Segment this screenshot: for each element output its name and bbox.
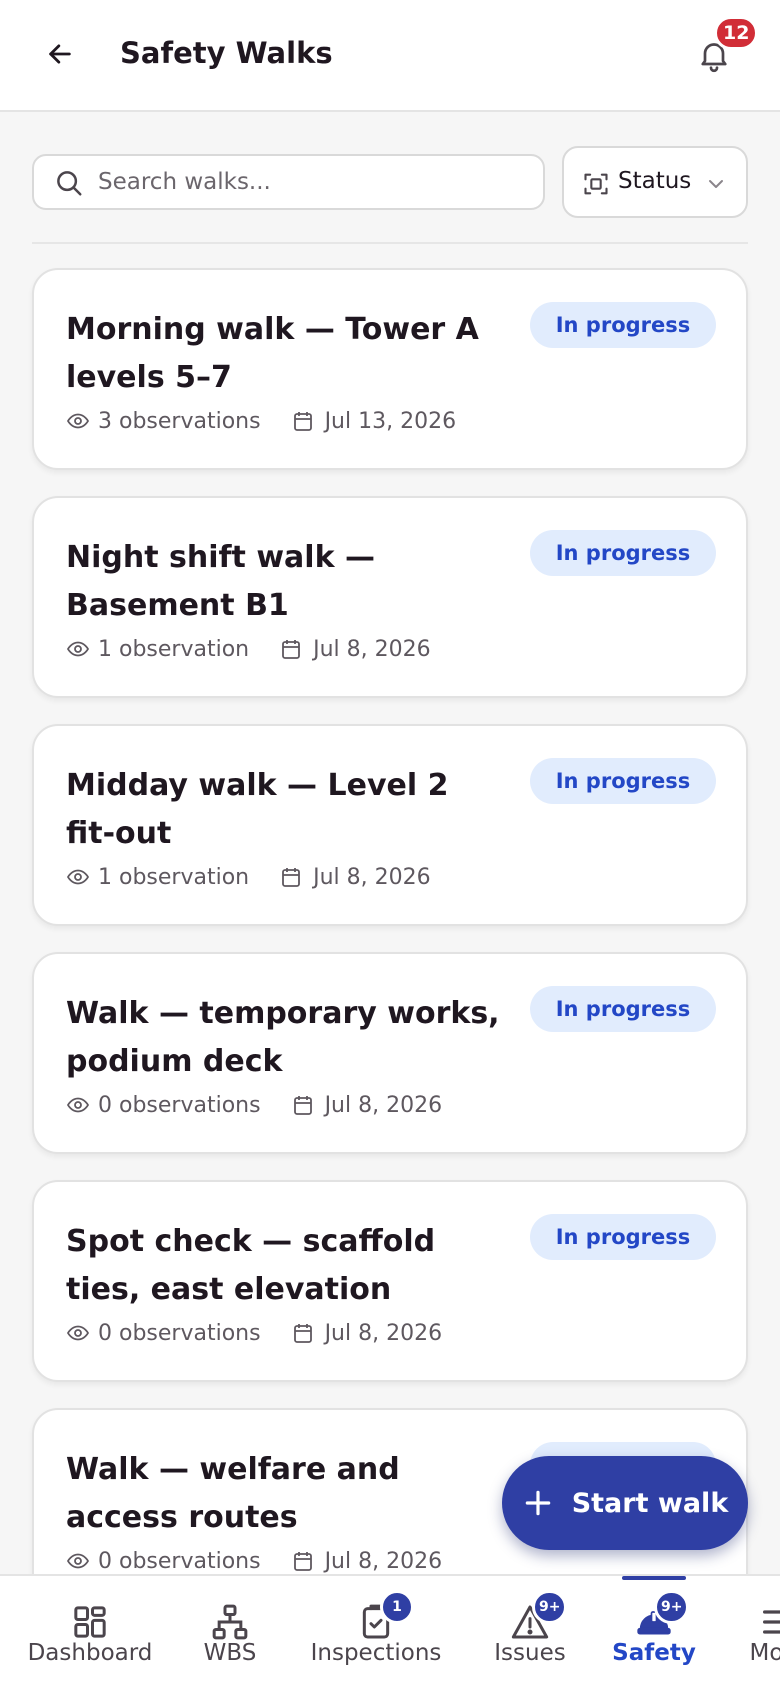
nav-label: Inspections <box>310 1640 442 1666</box>
eye-icon <box>66 637 90 661</box>
status-filter-label: Status <box>618 168 692 194</box>
status-filter-button[interactable]: Status <box>562 146 748 218</box>
walk-title: Morning walk — Tower A levels 5–7 <box>66 312 479 395</box>
notification-badge: 12 <box>714 16 759 50</box>
walk-meta: 3 observations Jul 13, 2026 <box>66 406 456 436</box>
inspections-badge: 1 <box>380 1590 414 1624</box>
back-button[interactable] <box>40 34 80 74</box>
bottom-navigation: Dashboard WBS 1 Inspections 9+ Issues 9+… <box>0 1574 780 1688</box>
nav-more[interactable]: More <box>728 1576 780 1688</box>
menu-icon <box>763 1610 780 1634</box>
walk-meta: 1 observation Jul 8, 2026 <box>66 634 431 664</box>
walk-date: Jul 8, 2026 <box>313 636 431 662</box>
start-walk-label: Start walk <box>571 1487 729 1519</box>
walk-date: Jul 8, 2026 <box>324 1548 443 1574</box>
search-box[interactable] <box>32 154 545 210</box>
observation-count: 0 observations <box>98 1320 261 1346</box>
search-icon <box>57 171 82 196</box>
eye-icon <box>66 865 90 889</box>
calendar-icon <box>291 1321 315 1345</box>
calendar-icon <box>291 409 315 433</box>
calendar-icon <box>279 865 303 889</box>
eye-icon <box>66 1549 90 1573</box>
eye-icon <box>66 1321 90 1345</box>
observation-count: 3 observations <box>98 408 261 434</box>
walk-meta: 1 observation Jul 8, 2026 <box>66 862 431 892</box>
dashboard-grid-icon <box>74 1606 106 1638</box>
nav-label: Safety <box>612 1640 696 1666</box>
nav-label: Issues <box>494 1640 566 1666</box>
walk-card[interactable]: Morning walk — Tower A levels 5–7 In pro… <box>32 268 748 470</box>
calendar-icon <box>279 637 303 661</box>
hierarchy-icon <box>212 1604 248 1640</box>
walk-card[interactable]: Midday walk — Level 2 fit-out In progres… <box>32 724 748 926</box>
nav-label: More <box>749 1640 780 1666</box>
walk-title: Spot check — scaffold ties, east elevati… <box>66 1224 436 1307</box>
plus-icon <box>522 1487 554 1519</box>
eye-icon <box>66 409 90 433</box>
status-badge: In progress <box>530 1214 716 1260</box>
walk-meta: 0 observations Jul 8, 2026 <box>66 1318 442 1348</box>
issues-badge: 9+ <box>532 1590 568 1624</box>
nav-safety[interactable]: 9+ Safety <box>598 1576 710 1688</box>
walk-date: Jul 13, 2026 <box>324 408 457 434</box>
nav-dashboard[interactable]: Dashboard <box>10 1576 170 1688</box>
walk-date: Jul 8, 2026 <box>324 1092 443 1118</box>
walk-title: Night shift walk — Basement B1 <box>66 540 375 623</box>
walk-date: Jul 8, 2026 <box>313 864 431 890</box>
page-title: Safety Walks <box>120 36 333 70</box>
status-badge: In progress <box>530 986 716 1032</box>
safety-badge: 9+ <box>654 1590 690 1624</box>
walk-title: Walk — temporary works, podium deck <box>66 996 500 1079</box>
observation-count: 1 observation <box>98 636 250 662</box>
nav-wbs[interactable]: WBS <box>180 1576 280 1688</box>
status-badge: In progress <box>530 758 716 804</box>
calendar-icon <box>291 1093 315 1117</box>
observation-count: 0 observations <box>98 1092 261 1118</box>
walk-title: Midday walk — Level 2 fit-out <box>66 768 449 851</box>
eye-icon <box>66 1093 90 1117</box>
walk-meta: 0 observations Jul 8, 2026 <box>66 1546 442 1574</box>
status-badge: In progress <box>530 302 716 348</box>
nav-inspections[interactable]: 1 Inspections <box>296 1576 456 1688</box>
nav-label: Dashboard <box>27 1640 153 1666</box>
app-header: Safety Walks 12 <box>0 0 780 112</box>
nav-label: WBS <box>203 1640 257 1666</box>
search-input[interactable] <box>98 164 528 200</box>
start-walk-button[interactable]: Start walk <box>502 1456 748 1550</box>
walk-date: Jul 8, 2026 <box>324 1320 443 1346</box>
calendar-icon <box>291 1549 315 1573</box>
walk-title: Walk — welfare and access routes <box>66 1452 400 1535</box>
status-badge: In progress <box>530 530 716 576</box>
chevron-down-icon <box>709 180 723 188</box>
walk-card[interactable]: Night shift walk — Basement B1 In progre… <box>32 496 748 698</box>
observation-count: 1 observation <box>98 864 250 890</box>
nav-issues[interactable]: 9+ Issues <box>470 1576 590 1688</box>
walk-list: Morning walk — Tower A levels 5–7 In pro… <box>0 244 780 1574</box>
walk-meta: 0 observations Jul 8, 2026 <box>66 1090 442 1120</box>
walk-card[interactable]: Spot check — scaffold ties, east elevati… <box>32 1180 748 1382</box>
arrow-left-icon <box>49 44 71 64</box>
observation-count: 0 observations <box>98 1548 261 1574</box>
scan-filter-icon <box>584 173 608 195</box>
walk-card[interactable]: Walk — temporary works, podium deck In p… <box>32 952 748 1154</box>
